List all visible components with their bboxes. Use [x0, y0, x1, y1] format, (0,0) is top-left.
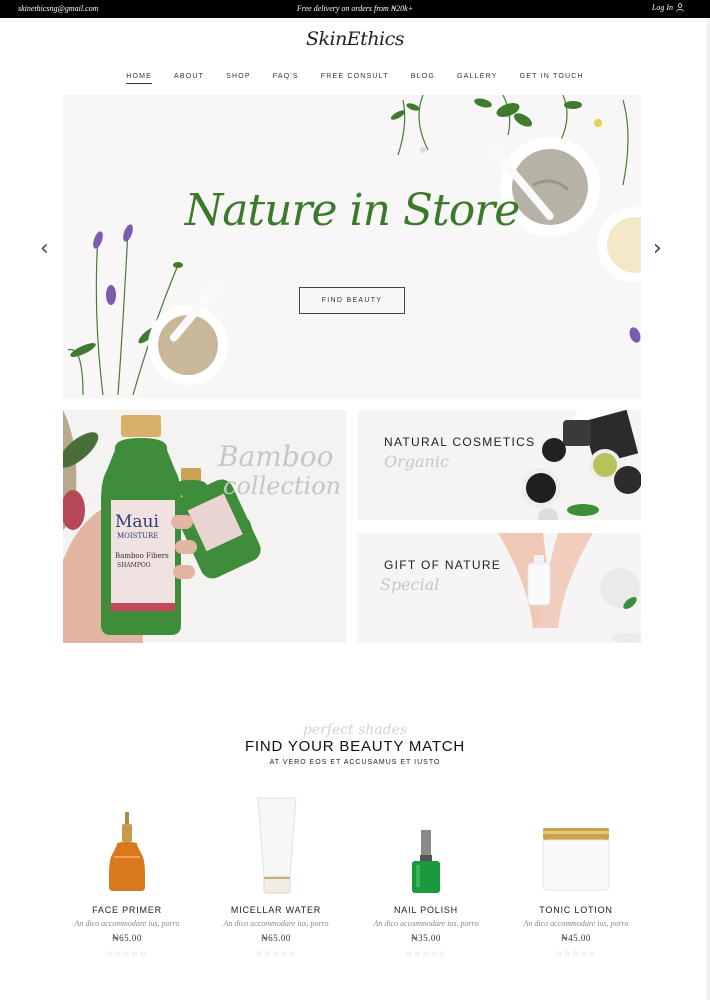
product-desc: An dico accommodare ius, porro: [523, 919, 629, 928]
natural-cosmetics-heading: NATURAL COSMETICS: [384, 435, 536, 449]
product-desc: An dico accommodare ius, porro: [74, 919, 180, 928]
page-scrollbar[interactable]: [706, 18, 710, 1000]
rating-stars: ☆☆☆☆☆: [555, 949, 597, 958]
tonic-lotion-jar-image: [542, 828, 610, 891]
product-price: ₦35.00: [411, 933, 441, 943]
promo-text: Free delivery on orders from ₦20k+: [296, 4, 414, 13]
product-price: ₦65.00: [112, 933, 142, 943]
bamboo-script: Bamboo: [218, 440, 334, 473]
hero-slider: Nature in Store FIND BEAUTY: [63, 95, 641, 399]
collection-script: collection: [223, 472, 342, 500]
nav-get-in-touch[interactable]: GET IN TOUCH: [509, 73, 595, 80]
bamboo-collection-tile[interactable]: Maui MOISTURE Bamboo Fibers SHAMPOO Bamb…: [63, 410, 346, 643]
product-name[interactable]: MICELLAR WATER: [201, 905, 351, 915]
chevron-left-icon[interactable]: ‹: [40, 236, 49, 261]
organic-script: Organic: [384, 452, 449, 471]
hero-decoration: [67, 95, 641, 396]
product-desc: An dico accommodare ius, porro: [373, 919, 479, 928]
nav-gallery[interactable]: GALLERY: [446, 73, 509, 80]
gift-of-nature-heading: GIFT OF NATURE: [384, 558, 502, 572]
product-name[interactable]: FACE PRIMER: [52, 905, 202, 915]
special-script: Special: [380, 575, 440, 594]
product-price: ₦45.00: [561, 933, 591, 943]
product-name[interactable]: NAIL POLISH: [351, 905, 501, 915]
rating-stars: ☆☆☆☆☆: [405, 949, 447, 958]
product-name[interactable]: TONIC LOTION: [501, 905, 651, 915]
section-script: perfect shades: [302, 722, 408, 738]
micellar-tube-image: [257, 797, 297, 894]
find-beauty-button[interactable]: FIND BEAUTY: [299, 287, 405, 314]
gift-of-nature-tile[interactable]: GIFT OF NATURE Special: [358, 533, 641, 643]
main-nav: HOME ABOUT SHOP FAQ'S FREE CONSULT BLOG …: [0, 73, 710, 84]
nail-polish-bottle-image: [412, 830, 440, 893]
chevron-right-icon[interactable]: ›: [653, 236, 662, 261]
hero-title: Nature in Store: [184, 185, 521, 236]
bottle-type: SHAMPOO: [117, 562, 151, 569]
natural-cosmetics-tile[interactable]: NATURAL COSMETICS Organic: [358, 410, 641, 520]
nav-blog[interactable]: BLOG: [400, 73, 446, 80]
section-subtitle: AT VERO EOS ET ACCUSAMUS ET IUSTO: [269, 759, 441, 766]
nav-faqs[interactable]: FAQ'S: [262, 73, 310, 80]
logo-text: SkinEthics: [305, 28, 405, 50]
bottle-sub: MOISTURE: [117, 532, 159, 540]
user-icon: [676, 3, 684, 12]
bottle-line: Bamboo Fibers: [115, 552, 169, 560]
bottle-brand: Maui: [115, 512, 159, 532]
nav-shop[interactable]: SHOP: [215, 73, 262, 80]
login-link[interactable]: Log In: [652, 3, 684, 12]
product-price: ₦65.00: [261, 933, 291, 943]
top-bar: skinethicsng@gmail.com Free delivery on …: [0, 0, 710, 18]
nav-home[interactable]: HOME: [115, 73, 163, 84]
rating-stars: ☆☆☆☆☆: [106, 949, 148, 958]
rating-stars: ☆☆☆☆☆: [255, 949, 297, 958]
login-label: Log In: [651, 3, 673, 12]
nav-free-consult[interactable]: FREE CONSULT: [310, 73, 400, 80]
face-primer-bottle-image: [109, 812, 145, 891]
product-desc: An dico accommodare ius, porro: [223, 919, 329, 928]
section-title: FIND YOUR BEAUTY MATCH: [244, 738, 466, 755]
nav-about[interactable]: ABOUT: [163, 73, 215, 80]
site-logo[interactable]: SkinEthics: [0, 28, 710, 50]
